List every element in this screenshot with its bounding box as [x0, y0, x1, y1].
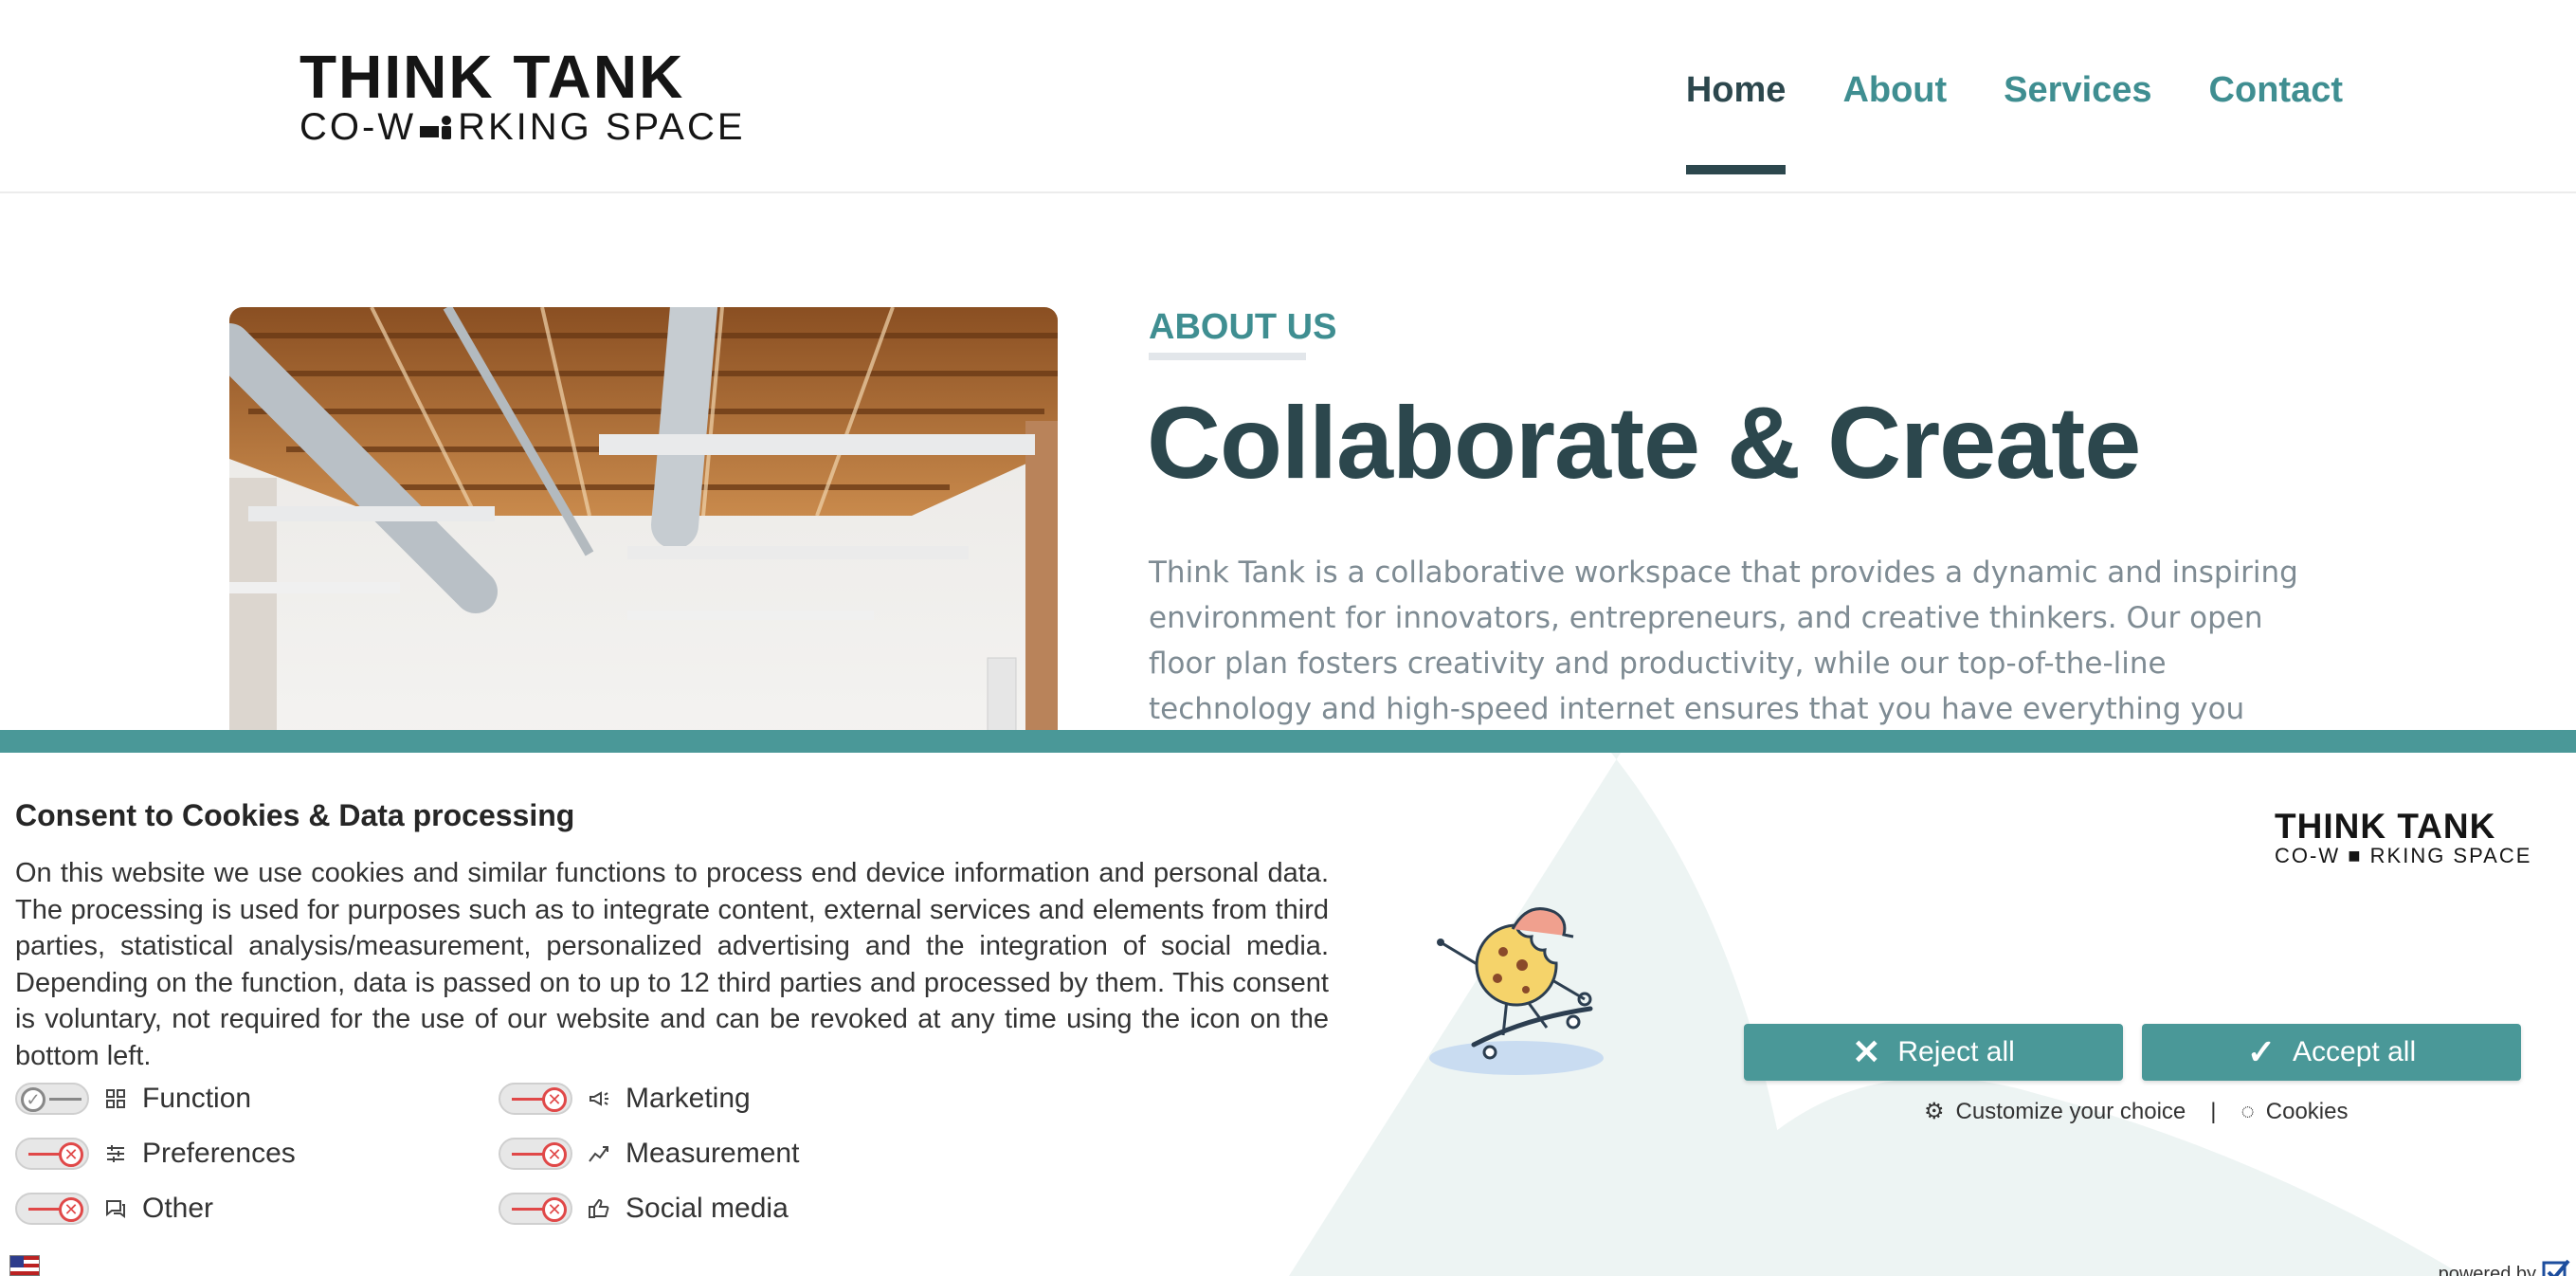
powered-by[interactable]: powered by — [2439, 1257, 2570, 1276]
nav-home[interactable]: Home — [1685, 70, 1786, 174]
other-toggle[interactable]: ✕ — [15, 1193, 89, 1225]
chat-icon — [102, 1195, 129, 1222]
preferences-toggle[interactable]: ✕ — [15, 1138, 89, 1170]
nav-about[interactable]: About — [1842, 70, 1947, 111]
option-other[interactable]: ✕ Other — [15, 1193, 213, 1225]
person-laptop-icon — [418, 113, 456, 141]
marketing-toggle[interactable]: ✕ — [499, 1083, 572, 1115]
cookie-icon: ◌ — [2240, 1098, 2255, 1124]
accept-all-button[interactable]: ✓ Accept all — [2142, 1024, 2521, 1081]
logo-subtitle-right: RKING SPACE — [458, 106, 746, 148]
close-icon: ✕ — [1852, 1032, 1881, 1071]
function-label: Function — [142, 1083, 252, 1114]
logo-subtitle-left: CO-W — [299, 106, 417, 148]
language-flag-icon[interactable] — [9, 1255, 40, 1276]
measurement-label: Measurement — [626, 1138, 800, 1169]
chart-icon — [586, 1140, 612, 1167]
sliders-icon — [102, 1140, 129, 1167]
option-function[interactable]: ✓ Function — [15, 1083, 251, 1115]
consent-title: Consent to Cookies & Data processing — [15, 798, 575, 832]
nav-contact[interactable]: Contact — [2209, 70, 2343, 111]
measurement-toggle[interactable]: ✕ — [499, 1138, 572, 1170]
logo-title: THINK TANK — [299, 43, 685, 111]
hero-title: Collaborate & Create — [1147, 385, 2141, 500]
accept-all-label: Accept all — [2293, 1036, 2417, 1067]
logo-subtitle: CO-W RKING SPACE — [299, 106, 746, 148]
function-icon — [102, 1085, 129, 1112]
reject-all-button[interactable]: ✕ Reject all — [1744, 1024, 2123, 1081]
office-ceiling-image — [229, 307, 1058, 753]
cookie-consent-banner: Consent to Cookies & Data processing On … — [0, 730, 2576, 1276]
option-marketing[interactable]: ✕ Marketing — [499, 1083, 751, 1115]
eyebrow-underline — [1149, 353, 1306, 360]
gear-icon: ⚙ — [1924, 1099, 1945, 1124]
banner-logo-subtitle-left: CO-W — [2275, 844, 2341, 867]
banner-logo: THINK TANK CO-W ■ RKING SPACE — [2275, 807, 2531, 868]
option-social-media[interactable]: ✕ Social media — [499, 1193, 789, 1225]
customize-choice-link[interactable]: Customize your choice — [1956, 1099, 2186, 1125]
option-measurement[interactable]: ✕ Measurement — [499, 1138, 799, 1170]
site-header: THINK TANK CO-W RKING SPACE Home About S… — [0, 0, 2576, 193]
consent-text: On this website we use cookies and simil… — [15, 858, 1329, 1071]
link-separator: | — [2210, 1098, 2217, 1124]
other-label: Other — [142, 1193, 214, 1224]
about-eyebrow: ABOUT US — [1149, 307, 1337, 347]
thumbs-up-icon — [586, 1195, 612, 1222]
social-media-toggle[interactable]: ✕ — [499, 1193, 572, 1225]
person-laptop-icon: ■ — [2348, 844, 2363, 867]
banner-logo-subtitle-right: RKING SPACE — [2369, 844, 2532, 867]
nav-services[interactable]: Services — [2004, 70, 2151, 111]
social-media-label: Social media — [626, 1193, 789, 1224]
cookie-mascot-illustration — [1429, 907, 1604, 1075]
site-logo[interactable]: THINK TANK CO-W RKING SPACE — [299, 43, 746, 148]
check-icon: ✓ — [2246, 1032, 2277, 1071]
main-nav: Home About Services Contact — [1685, 70, 2343, 174]
banner-logo-title: THINK TANK — [2275, 807, 2496, 846]
reject-all-label: Reject all — [1897, 1036, 2015, 1067]
banner-logo-subtitle: CO-W ■ RKING SPACE — [2275, 844, 2531, 868]
preferences-label: Preferences — [142, 1138, 296, 1169]
option-preferences[interactable]: ✕ Preferences — [15, 1138, 296, 1170]
marketing-label: Marketing — [626, 1083, 751, 1114]
powered-by-label: powered by — [2438, 1263, 2536, 1276]
cookies-link[interactable]: Cookies — [2266, 1099, 2349, 1125]
function-toggle[interactable]: ✓ — [15, 1083, 89, 1115]
consent-links: ⚙ Customize your choice | ◌ Cookies — [1924, 1098, 2349, 1125]
consent-provider-logo-icon — [2542, 1257, 2570, 1276]
megaphone-icon — [586, 1085, 612, 1112]
